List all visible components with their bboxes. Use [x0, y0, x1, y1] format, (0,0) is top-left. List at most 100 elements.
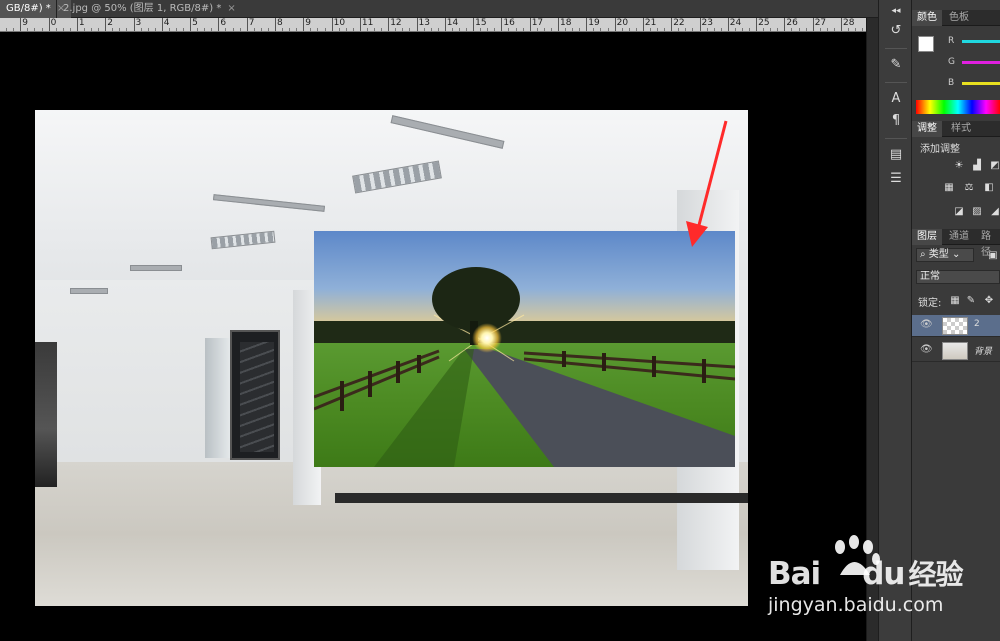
ruler-minor-tick	[621, 28, 623, 31]
ruler-minor-tick	[706, 28, 708, 31]
hue-saturation-icon[interactable]: ▦	[942, 182, 956, 194]
ruler-major-tick	[699, 18, 701, 31]
eye-icon[interactable]: 👁	[920, 319, 933, 330]
ruler-number: 27	[814, 18, 827, 28]
layer-row-background[interactable]: 👁 背景	[912, 340, 1000, 362]
baidu-jingyan-watermark: Bai du 经验	[768, 553, 963, 593]
blue-slider[interactable]	[962, 82, 1000, 85]
history-icon[interactable]: ↺	[887, 22, 905, 40]
watermark-brand-2: du	[862, 556, 905, 592]
ruler-number: 3	[135, 18, 142, 28]
road-and-fence	[314, 314, 735, 467]
ruler-minor-tick	[749, 28, 751, 31]
ruler-minor-tick	[508, 28, 510, 31]
tab-color[interactable]: 颜色	[912, 10, 942, 26]
ruler-minor-tick	[324, 28, 326, 31]
black-white-icon[interactable]: ◧	[982, 182, 996, 194]
floor	[35, 462, 748, 606]
properties-icon[interactable]: ☰	[887, 170, 905, 188]
ruler-minor-tick	[260, 28, 262, 31]
ruler-minor-tick	[522, 28, 524, 31]
ruler-major-tick	[812, 18, 814, 31]
inserted-landscape-layer[interactable]	[314, 231, 735, 467]
ruler-number: 28	[843, 18, 855, 28]
ceiling-light	[70, 288, 108, 294]
tab-swatches[interactable]: 色板	[944, 10, 974, 26]
red-annotation-arrow	[686, 120, 728, 247]
eye-icon[interactable]: 👁	[920, 344, 933, 355]
ruler-minor-tick	[41, 28, 43, 31]
ruler-minor-tick	[381, 28, 383, 31]
tab-layers[interactable]: 图层	[912, 229, 942, 245]
ruler-minor-tick	[267, 28, 269, 31]
ruler-minor-tick	[345, 28, 347, 31]
tab-adjustments[interactable]: 调整	[912, 121, 942, 137]
ruler-minor-tick	[494, 28, 496, 31]
ruler-minor-tick	[678, 28, 680, 31]
document-tab-2[interactable]: 2.jpg @ 50% (图层 1, RGB/8#) * ×	[56, 0, 242, 18]
ruler-number: 11	[361, 18, 374, 28]
green-slider[interactable]	[962, 61, 1000, 64]
search-icon: ⌕	[920, 249, 926, 260]
ruler-minor-tick	[296, 28, 298, 31]
image-filter-icon[interactable]: ▣	[986, 250, 1000, 262]
ruler-major-tick	[133, 18, 135, 31]
blend-mode-select[interactable]: 正常	[916, 270, 1000, 284]
color-balance-icon[interactable]: ⚖	[962, 182, 976, 194]
glass-door	[205, 338, 231, 458]
levels-icon[interactable]: ▟	[970, 160, 984, 172]
character-icon[interactable]: A	[887, 90, 905, 108]
ruler-minor-tick	[366, 28, 368, 31]
invert-icon[interactable]: ◪	[952, 206, 966, 218]
document-canvas[interactable]	[0, 32, 866, 641]
layer-thumbnail	[942, 317, 968, 335]
ruler-minor-tick	[657, 28, 659, 31]
ruler-minor-tick	[480, 28, 482, 31]
layer-row-2[interactable]: 👁 2	[912, 315, 1000, 337]
ruler-number: 0	[50, 18, 57, 28]
divider	[885, 138, 907, 139]
tab-channels[interactable]: 通道	[944, 229, 974, 245]
watermark-url: jingyan.baidu.com	[768, 594, 944, 616]
curves-icon[interactable]: ◩	[988, 160, 1000, 172]
ruler-number: 25	[758, 18, 770, 28]
lock-transparent-icon[interactable]: ▦	[948, 295, 962, 307]
layers-panel-tabs: 图层 通道 路径	[912, 229, 1000, 258]
ruler-minor-tick	[374, 28, 376, 31]
threshold-icon[interactable]: ▨	[970, 206, 984, 218]
brightness-icon[interactable]: ☀	[952, 160, 966, 172]
tab-paths[interactable]: 路径	[976, 229, 1000, 258]
ruler-minor-tick	[543, 28, 545, 31]
ruler-minor-tick	[69, 28, 71, 31]
lock-position-icon[interactable]: ✥	[982, 295, 996, 307]
ruler-minor-tick	[515, 28, 517, 31]
ruler-major-tick	[190, 18, 192, 31]
paragraph-icon[interactable]: ¶	[887, 112, 905, 130]
ruler-major-tick	[20, 18, 22, 31]
red-slider[interactable]	[962, 40, 1000, 43]
tab-styles[interactable]: 样式	[946, 121, 976, 137]
tab-label: GB/8#) *	[6, 3, 51, 14]
ruler-number: 1	[78, 18, 85, 28]
ruler-minor-tick	[819, 28, 821, 31]
ruler-major-tick	[642, 18, 644, 31]
foreground-color-swatch[interactable]	[918, 36, 934, 52]
ruler-minor-tick	[239, 28, 241, 31]
layer-comps-icon[interactable]: ▤	[887, 146, 905, 164]
ruler-minor-tick	[466, 28, 468, 31]
sunburst	[472, 323, 502, 353]
brush-presets-icon[interactable]: ✎	[887, 56, 905, 74]
ruler-minor-tick	[770, 28, 772, 31]
lock-paint-icon[interactable]: ✎	[964, 295, 978, 307]
ruler-minor-tick	[741, 28, 743, 31]
layer-kind-filter[interactable]: ⌕ 类型 ⌄	[916, 248, 974, 262]
collapse-panels-icon[interactable]: ◂◂	[887, 2, 905, 20]
ruler-minor-tick	[119, 28, 121, 31]
ruler-major-tick	[558, 18, 559, 31]
close-tab-icon[interactable]: ×	[227, 3, 235, 14]
chevron-down-icon: ⌄	[951, 249, 961, 260]
gradient-map-icon[interactable]: ◢	[988, 206, 1000, 218]
color-spectrum-bar[interactable]	[916, 100, 1000, 114]
ruler-minor-tick	[430, 28, 432, 31]
ruler-minor-tick	[798, 28, 800, 31]
